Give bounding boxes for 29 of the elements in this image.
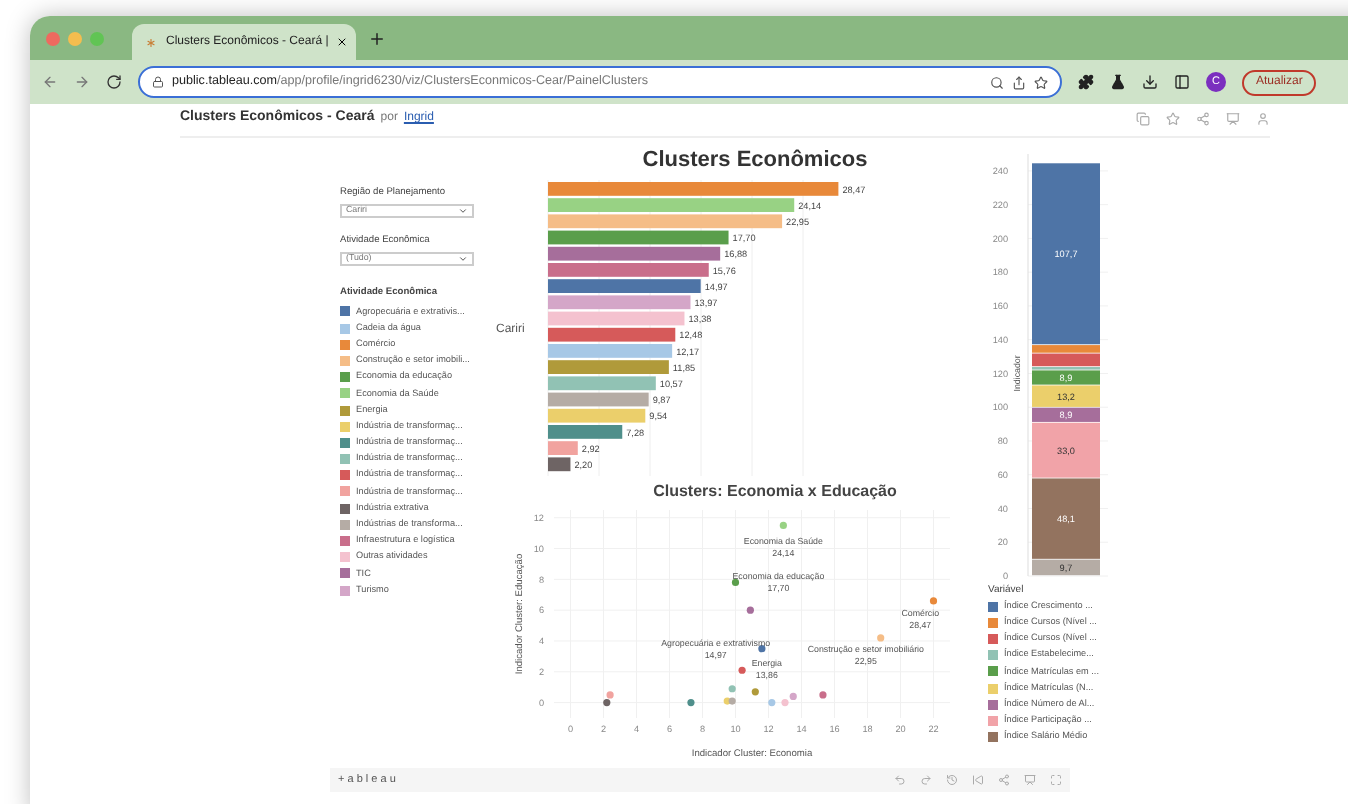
chart-title: Clusters: Economia x Educação [653, 484, 897, 500]
presentation-icon[interactable] [1226, 112, 1240, 126]
forward-icon[interactable] [74, 74, 90, 90]
user-icon[interactable] [1256, 112, 1270, 126]
caret-icon [458, 253, 468, 264]
star-icon[interactable] [1034, 75, 1048, 89]
flask-icon[interactable] [1110, 74, 1126, 90]
reset-icon[interactable] [972, 774, 984, 786]
chart-title: Clusters Econômicos [642, 150, 868, 172]
site-icon [144, 35, 158, 49]
new-tab-icon[interactable] [368, 29, 386, 47]
close-window-button[interactable] [46, 31, 60, 45]
back-icon[interactable] [42, 74, 58, 90]
presentation-icon[interactable] [1024, 774, 1036, 786]
star-icon[interactable] [1166, 112, 1180, 126]
caret-icon [458, 205, 468, 216]
redo-icon[interactable] [920, 774, 932, 786]
close-tab-icon[interactable] [336, 36, 349, 48]
copy-icon[interactable] [1136, 112, 1150, 126]
puzzle-icon[interactable] [1078, 74, 1094, 90]
minimize-window-button[interactable] [68, 31, 82, 45]
reload-icon[interactable] [106, 74, 122, 90]
sidebar-icon[interactable] [1174, 74, 1190, 90]
revert-icon[interactable] [946, 774, 958, 786]
search-icon[interactable] [990, 75, 1004, 89]
share-icon[interactable] [1012, 75, 1026, 89]
lock-icon [152, 76, 164, 88]
download-icon[interactable] [1142, 74, 1158, 90]
undo-icon[interactable] [894, 774, 906, 786]
